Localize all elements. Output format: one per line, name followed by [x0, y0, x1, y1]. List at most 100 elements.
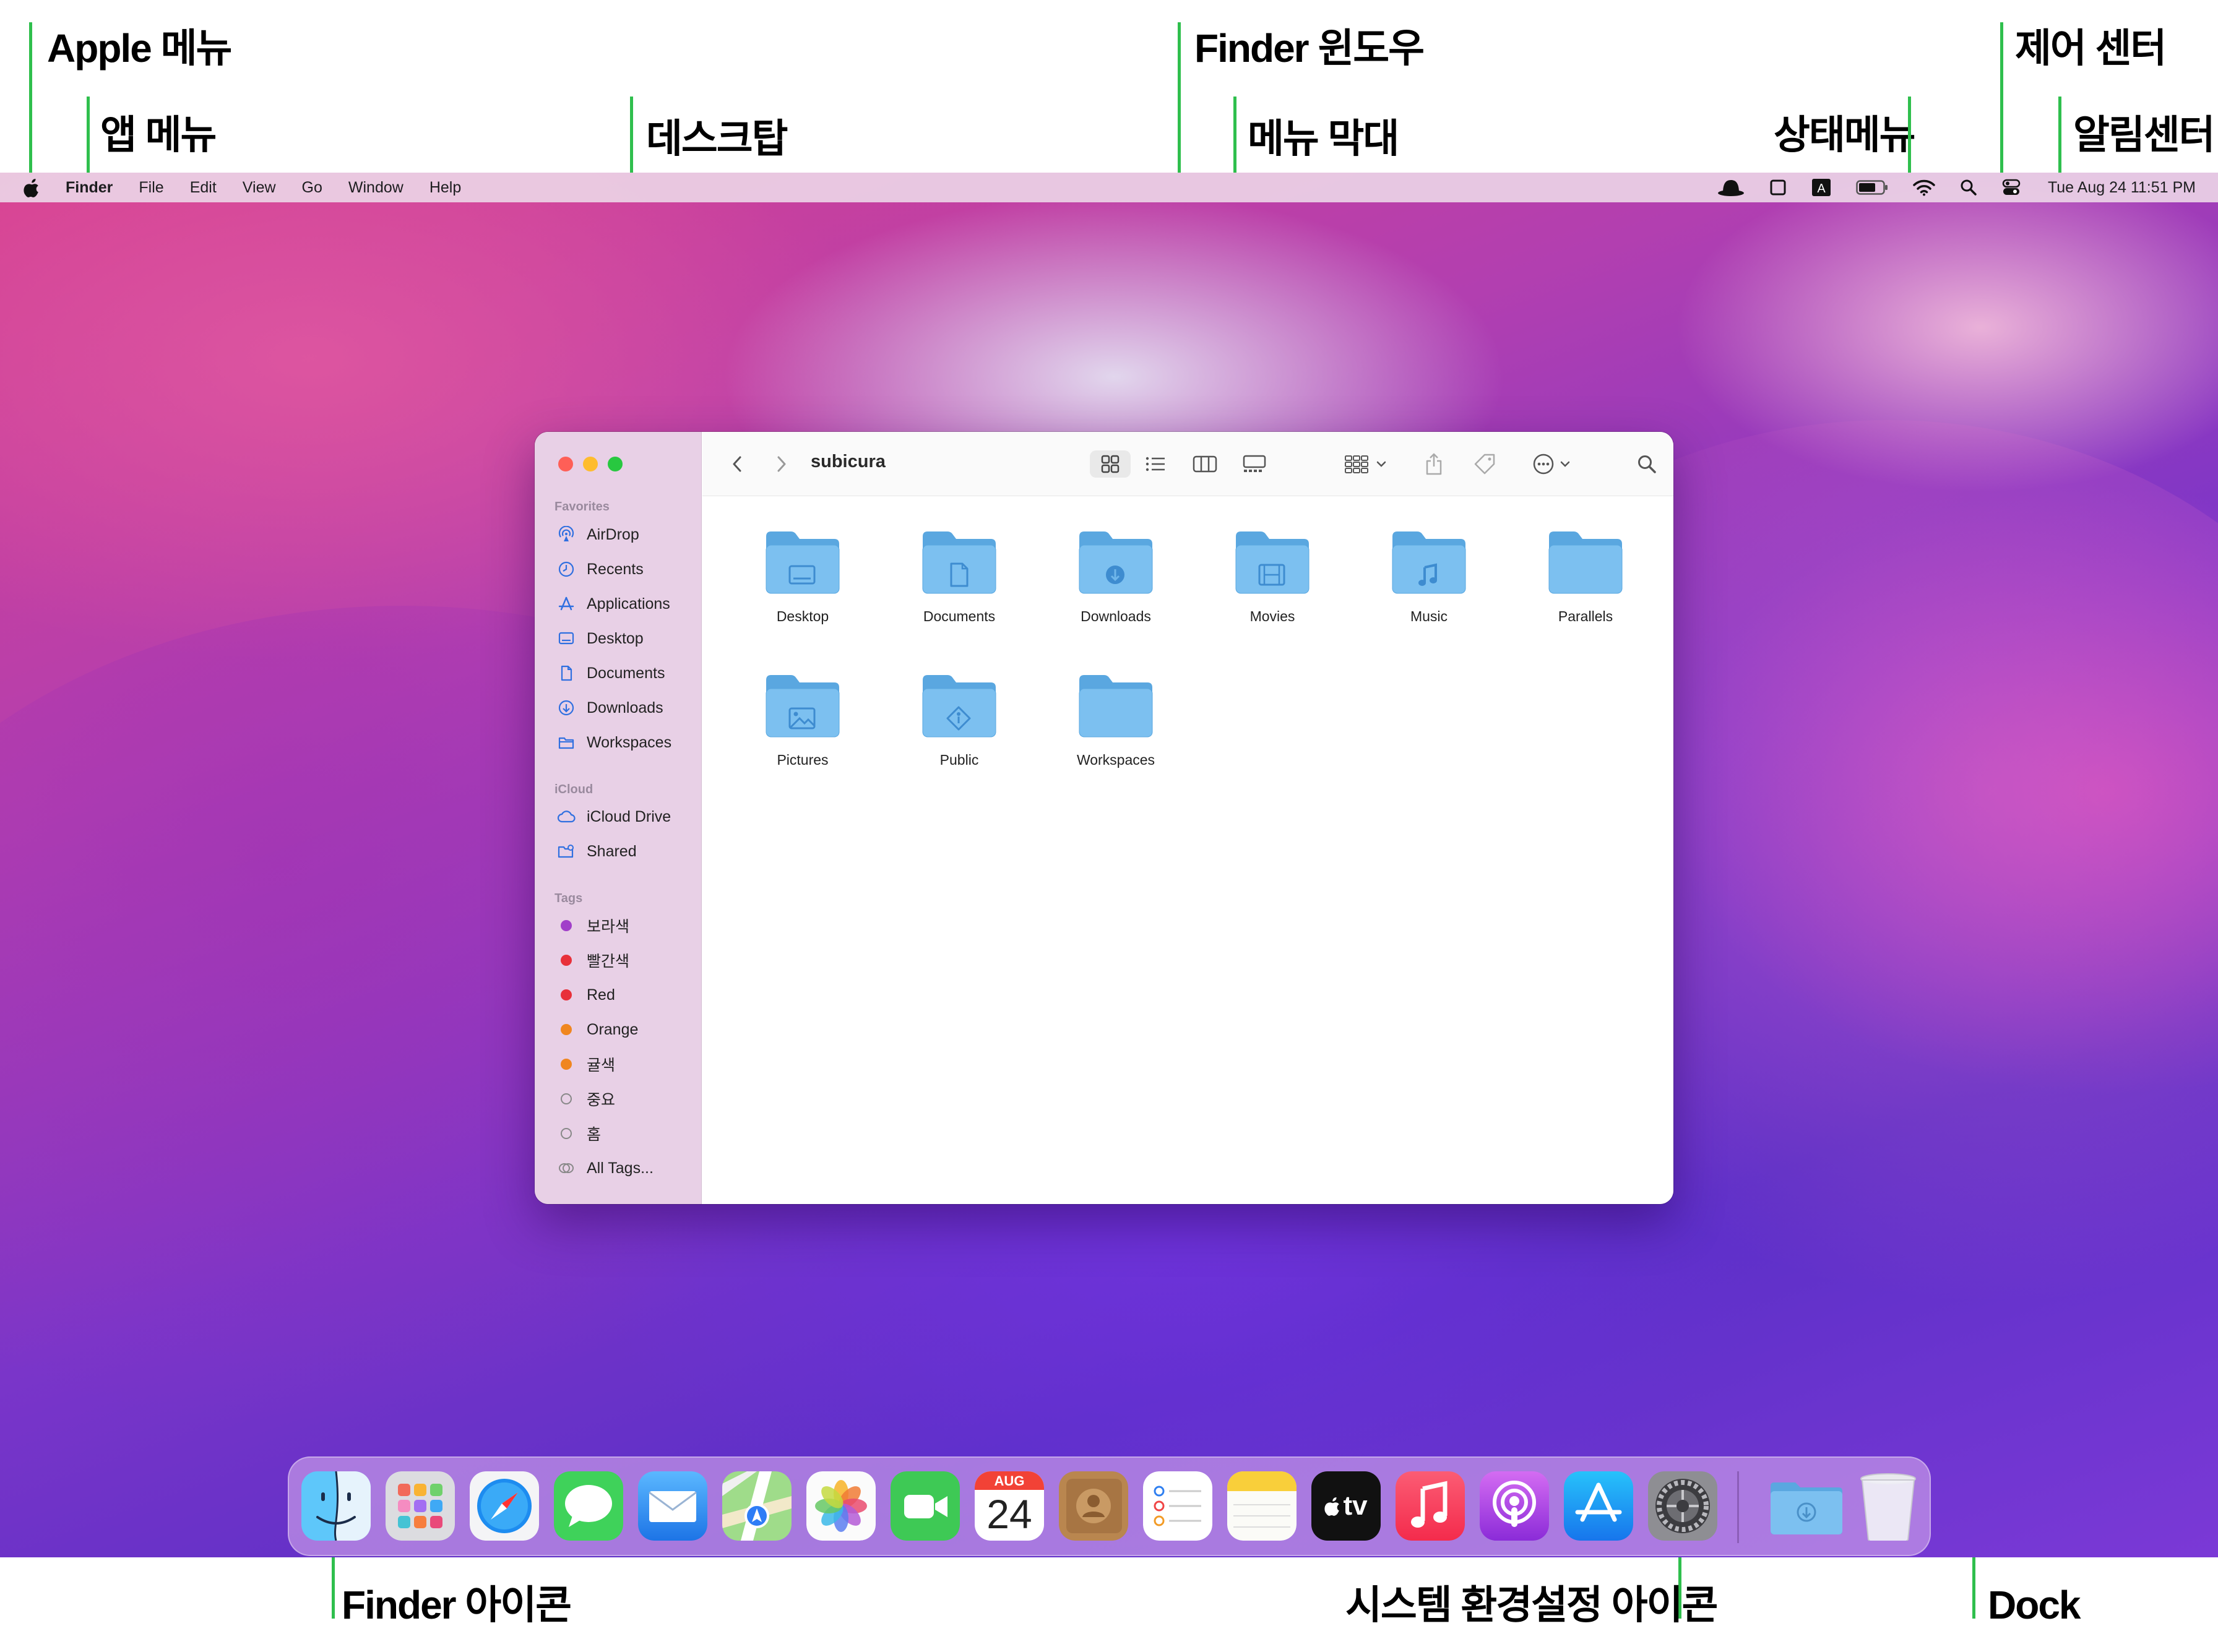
- apple-logo-icon: [1324, 1497, 1340, 1516]
- window-title: subicura: [811, 452, 886, 471]
- forward-button[interactable]: [770, 450, 793, 478]
- facetime-app-icon[interactable]: [891, 1471, 960, 1541]
- finder-icon-callout: Finder 아이콘: [342, 1583, 572, 1627]
- applications-icon: [557, 595, 576, 613]
- contacts-app-icon[interactable]: [1059, 1471, 1128, 1541]
- sidebar-item-icloud-drive[interactable]: iCloud Drive: [557, 803, 671, 830]
- list-view-button[interactable]: [1138, 450, 1173, 478]
- reminders-app-icon[interactable]: [1143, 1471, 1212, 1541]
- tag-color-icon: [557, 916, 576, 935]
- sidebar-item-documents[interactable]: Documents: [557, 660, 665, 687]
- chevron-down-icon: [1560, 461, 1570, 467]
- icon-view-button[interactable]: [1090, 450, 1131, 478]
- folder-item[interactable]: Desktop: [744, 528, 861, 625]
- folder-item[interactable]: Parallels: [1527, 528, 1644, 625]
- minimize-window-button[interactable]: [583, 457, 598, 471]
- finder-content[interactable]: Desktop Documents Downloads Movies Music Para…: [702, 497, 1673, 1204]
- calendar-app-icon[interactable]: AUG 24: [975, 1471, 1044, 1541]
- menu-go[interactable]: Go: [302, 179, 322, 197]
- tag-color-icon: [557, 1055, 576, 1073]
- input-source-icon[interactable]: A: [1811, 178, 1831, 197]
- sidebar-tag[interactable]: Red: [557, 981, 615, 1009]
- clock-notification-center[interactable]: Tue Aug 24 11:51 PM: [2048, 179, 2196, 197]
- control-center-icon[interactable]: [2002, 178, 2021, 197]
- sidebar-tag[interactable]: All Tags...: [557, 1155, 654, 1182]
- sidebar-item-label: 보라색: [587, 918, 630, 936]
- apple-tv-app-icon[interactable]: tv: [1311, 1471, 1381, 1541]
- folder-item[interactable]: Public: [900, 671, 1018, 768]
- menu-bar-callout: 메뉴 막대: [1248, 116, 1399, 161]
- folder-label: Public: [939, 752, 979, 768]
- download-icon: [557, 699, 576, 717]
- tag-button[interactable]: [1470, 450, 1500, 478]
- sidebar-header-tags: Tags: [554, 892, 583, 905]
- downloads-stack-icon[interactable]: [1768, 1471, 1845, 1541]
- sidebar-item-applications[interactable]: Applications: [557, 590, 670, 617]
- gallery-view-button[interactable]: [1237, 450, 1272, 478]
- group-by-button[interactable]: [1340, 450, 1392, 478]
- sidebar-item-desktop[interactable]: Desktop: [557, 625, 644, 652]
- menu-edit[interactable]: Edit: [190, 179, 217, 197]
- folder-item[interactable]: Downloads: [1057, 528, 1175, 625]
- sidebar-item-recents[interactable]: Recents: [557, 556, 644, 583]
- sidebar-header-icloud: iCloud: [554, 783, 593, 796]
- folder-item[interactable]: Workspaces: [1057, 671, 1175, 768]
- folder-item[interactable]: Music: [1370, 528, 1488, 625]
- dock: AUG 24 tv: [288, 1456, 1931, 1556]
- notes-app-icon[interactable]: [1227, 1471, 1297, 1541]
- folder-item[interactable]: Pictures: [744, 671, 861, 768]
- zoom-window-button[interactable]: [608, 457, 623, 471]
- trash-icon[interactable]: [1857, 1471, 1919, 1541]
- close-window-button[interactable]: [558, 457, 573, 471]
- sidebar-tag[interactable]: 홈: [557, 1120, 601, 1147]
- sidebar-tag[interactable]: 보라색: [557, 912, 629, 939]
- sidebar-item-airdrop[interactable]: AirDrop: [557, 521, 639, 548]
- battery-icon[interactable]: [1856, 179, 1888, 196]
- folder-item[interactable]: Movies: [1214, 528, 1331, 625]
- wifi-icon[interactable]: [1913, 179, 1935, 196]
- desktop[interactable]: Finder File Edit View Go Window Help A T…: [0, 173, 2218, 1557]
- column-view-button[interactable]: [1188, 450, 1222, 478]
- sidebar-tag[interactable]: 귤색: [557, 1051, 615, 1078]
- back-button[interactable]: [726, 450, 748, 478]
- more-actions-button[interactable]: [1525, 450, 1577, 478]
- launchpad-app-icon[interactable]: [386, 1471, 455, 1541]
- sidebar-tag[interactable]: 빨간색: [557, 947, 629, 974]
- sidebar-tag[interactable]: Orange: [557, 1016, 638, 1043]
- sidebar-item-workspaces[interactable]: Workspaces: [557, 729, 671, 756]
- sidebar-item-label: 홈: [587, 1126, 602, 1143]
- menu-file[interactable]: File: [139, 179, 163, 197]
- share-button[interactable]: [1420, 450, 1448, 478]
- sidebar-item-shared[interactable]: Shared: [557, 838, 637, 865]
- apple-menu-icon[interactable]: [24, 178, 41, 197]
- sidebar-item-label: Downloads: [587, 699, 663, 716]
- app-store-icon[interactable]: [1564, 1471, 1633, 1541]
- finder-app-icon[interactable]: [301, 1471, 371, 1541]
- mail-app-icon[interactable]: [638, 1471, 707, 1541]
- podcasts-app-icon[interactable]: [1480, 1471, 1549, 1541]
- safari-app-icon[interactable]: [470, 1471, 539, 1541]
- sidebar-tag[interactable]: 중요: [557, 1085, 615, 1112]
- system-preferences-app-icon[interactable]: [1648, 1471, 1717, 1541]
- music-app-icon[interactable]: [1396, 1471, 1465, 1541]
- status-menus: A Tue Aug 24 11:51 PM: [1693, 173, 2196, 202]
- sidebar-item-downloads[interactable]: Downloads: [557, 694, 663, 721]
- messages-app-icon[interactable]: [554, 1471, 623, 1541]
- app-menu[interactable]: Finder: [66, 179, 113, 197]
- menu-view[interactable]: View: [243, 179, 276, 197]
- status-menu-callout-line: [1908, 97, 1911, 174]
- folder-item[interactable]: Documents: [900, 528, 1018, 625]
- finder-window[interactable]: Favorites iCloud Tags AirDrop Recents Appl…: [535, 432, 1673, 1204]
- search-button[interactable]: [1633, 450, 1660, 478]
- film-icon: [1235, 531, 1310, 594]
- sidebar-item-label: Workspaces: [587, 733, 672, 751]
- calendar-month: AUG: [975, 1471, 1044, 1490]
- menu-window[interactable]: Window: [348, 179, 403, 197]
- hat-icon[interactable]: [1717, 178, 1745, 197]
- sidebar-item-label: Red: [587, 986, 615, 1004]
- photos-app-icon[interactable]: [806, 1471, 876, 1541]
- window-icon[interactable]: [1769, 179, 1787, 196]
- menu-help[interactable]: Help: [429, 179, 461, 197]
- maps-app-icon[interactable]: [722, 1471, 792, 1541]
- spotlight-search-icon[interactable]: [1960, 179, 1977, 196]
